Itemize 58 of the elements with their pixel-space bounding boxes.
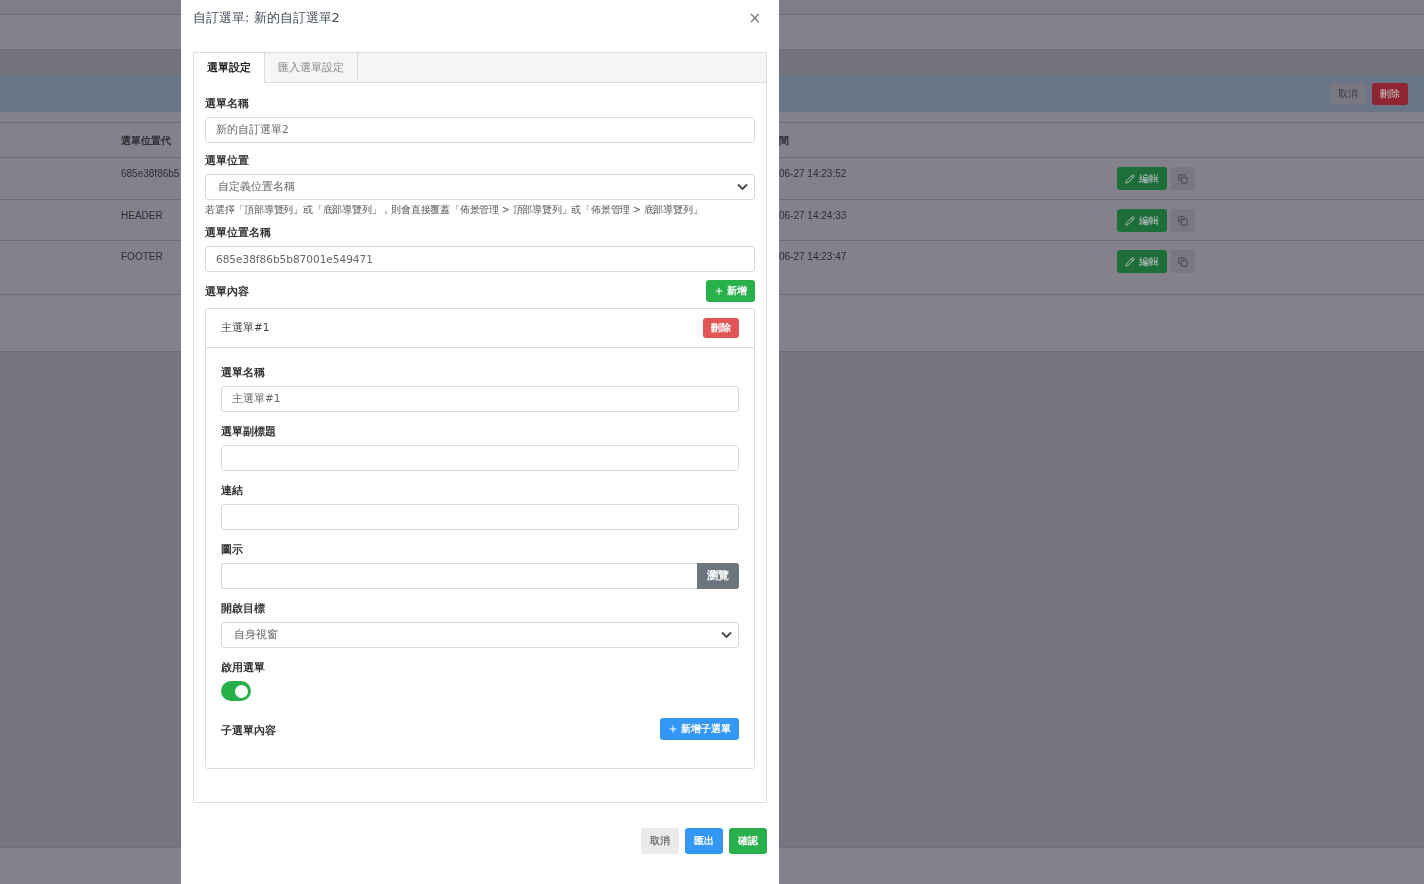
table-cell: 06-27 14:23:47 — [779, 251, 847, 262]
copy-icon — [1178, 173, 1188, 184]
tab[interactable]: 選單設定 — [194, 53, 265, 83]
field-label: 連結 — [221, 484, 244, 498]
card-title: 主選單#1 — [221, 321, 270, 335]
field-label: 開啟目標 — [221, 602, 266, 616]
file-path-field[interactable] — [221, 563, 697, 589]
copy-button[interactable] — [1171, 250, 1195, 273]
help-text: 若選擇「頂部導覽列」或「底部導覽列」，則會直接覆蓋「佈景管理 > 頂部導覽列」或「佈景管理 > 底部導覽列」 — [205, 204, 704, 217]
edit-button[interactable]: 編輯 — [1117, 250, 1167, 273]
delete-button[interactable]: 刪除 — [1372, 83, 1408, 105]
table-cell: 06-27 14:23:52 — [779, 168, 847, 179]
chevron-down-icon — [721, 631, 732, 639]
text-field[interactable]: 685e38f86b5b87001e549471 — [205, 246, 755, 272]
tab[interactable]: 匯入選單設定 — [265, 53, 358, 82]
close-button[interactable]: × — [742, 9, 767, 27]
field-label: 選單位置名稱 — [205, 226, 272, 240]
section-label: 選單內容 — [205, 285, 249, 299]
edit-button[interactable]: 編輯 — [1117, 167, 1167, 190]
pencil-icon — [1125, 173, 1135, 184]
copy-button[interactable] — [1171, 209, 1195, 232]
table-cell: HEADER — [121, 210, 163, 221]
section-label: 子選單內容 — [221, 724, 276, 738]
cancel-button[interactable]: 取消 — [641, 828, 679, 854]
chevron-down-icon — [737, 183, 748, 191]
column-header: 間 — [779, 134, 789, 148]
field-label: 選單名稱 — [205, 97, 250, 111]
table-cell: FOOTER — [121, 251, 163, 262]
text-field[interactable]: 主選單#1 — [221, 386, 739, 412]
copy-button[interactable] — [1171, 167, 1195, 190]
field-label: 選單位置 — [205, 154, 250, 168]
plus-icon — [714, 286, 724, 296]
table-cell: 06-27 14:24:33 — [779, 210, 847, 221]
column-header: 選單位置代 — [121, 134, 171, 148]
confirm-button[interactable]: 確認 — [729, 828, 767, 854]
add-button[interactable]: 新增 — [706, 280, 755, 302]
add-submenu-button[interactable]: 新增子選單 — [660, 718, 739, 740]
copy-icon — [1178, 256, 1188, 267]
export-button[interactable]: 匯出 — [685, 828, 723, 854]
edit-button[interactable]: 編輯 — [1117, 209, 1167, 232]
copy-icon — [1178, 215, 1188, 226]
field-label: 圖示 — [221, 543, 244, 557]
field-label: 選單副標題 — [221, 425, 277, 439]
pencil-icon — [1125, 256, 1135, 267]
plus-icon — [668, 724, 678, 734]
modal-title: 自訂選單: 新的自訂選單2 — [193, 9, 340, 27]
pencil-icon — [1125, 215, 1135, 226]
text-field[interactable] — [221, 504, 739, 530]
field-label: 啟用選單 — [221, 661, 266, 675]
text-field[interactable]: 新的自訂選單2 — [205, 117, 755, 143]
toggle-switch[interactable] — [221, 681, 251, 701]
delete-button[interactable]: 刪除 — [703, 318, 739, 338]
select-field[interactable]: 自定義位置名稱 — [205, 174, 755, 200]
field-label: 選單名稱 — [221, 366, 266, 380]
select-field[interactable]: 自身視窗 — [221, 622, 739, 648]
text-field[interactable] — [221, 445, 739, 471]
table-cell: 685e38f86b5 — [121, 168, 180, 179]
browse-button[interactable]: 瀏覽 — [697, 563, 739, 589]
